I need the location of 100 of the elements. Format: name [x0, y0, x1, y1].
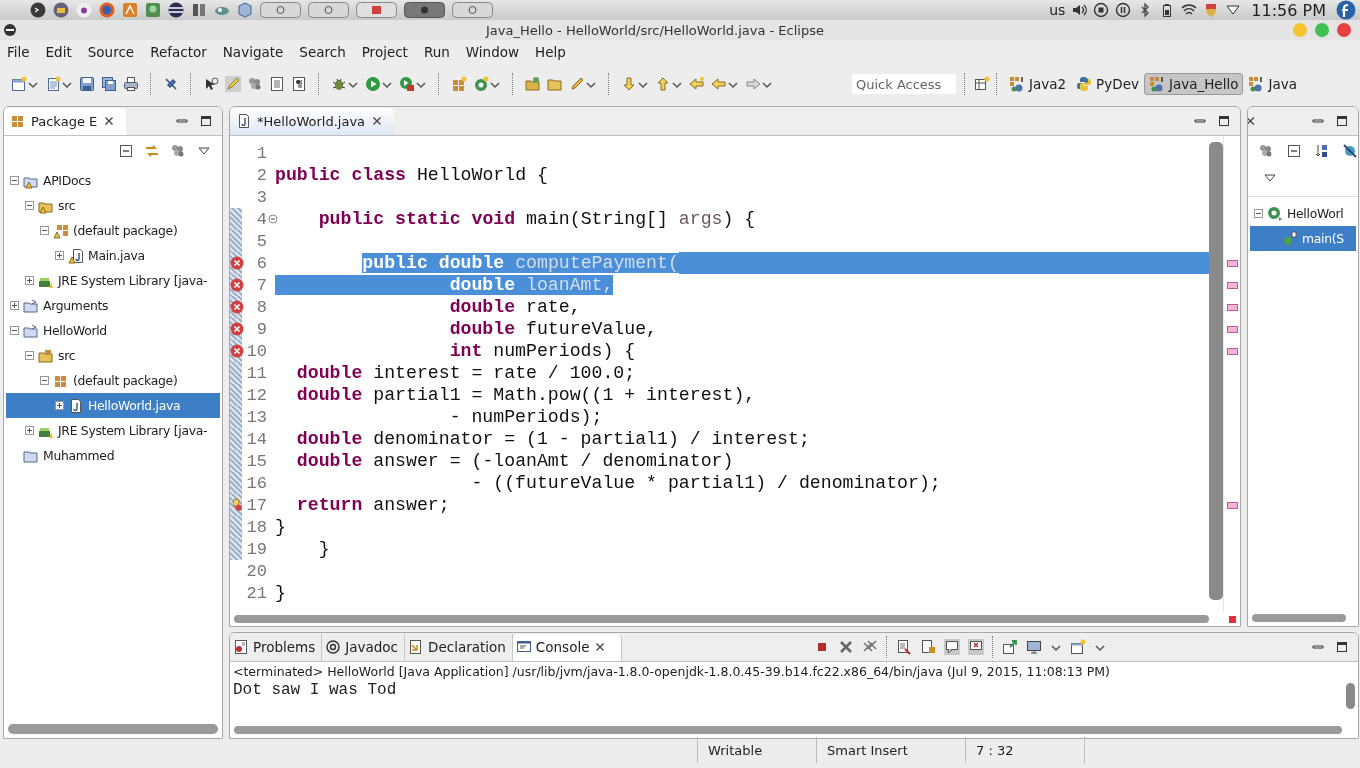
tree-item[interactable]: main(S [1250, 226, 1356, 251]
menu-item[interactable]: Project [354, 44, 417, 60]
tree-item[interactable]: Muhammed [6, 443, 220, 468]
paragraph-icon[interactable] [291, 76, 307, 92]
volume-icon[interactable] [1071, 2, 1088, 18]
tree-item[interactable]: src [6, 193, 220, 218]
editor-tab[interactable]: *HelloWorld.java [230, 107, 395, 135]
window-button-icon[interactable] [404, 2, 445, 18]
error-indicator[interactable] [1229, 615, 1236, 623]
error-icon[interactable] [230, 300, 244, 314]
collapse-toggle-icon[interactable] [25, 201, 34, 210]
tree-item[interactable]: (default package) [6, 218, 220, 243]
run-external-icon[interactable] [399, 76, 415, 92]
maximize-icon[interactable] [198, 113, 214, 129]
tree-item[interactable]: HelloWorld.java [6, 393, 220, 418]
fedora-logo-icon[interactable] [1336, 0, 1356, 20]
arrow-down-icon[interactable] [621, 76, 637, 92]
overview-marker[interactable] [1226, 347, 1238, 355]
maximize-icon[interactable] [1216, 113, 1232, 129]
lightbulb-icon[interactable] [230, 498, 244, 512]
save-all-icon[interactable] [101, 76, 117, 92]
view-tab[interactable]: Console [512, 633, 623, 661]
menu-item[interactable]: Navigate [215, 44, 293, 60]
print-icon[interactable] [123, 76, 139, 92]
vertical-scrollbar[interactable] [1209, 142, 1223, 600]
collapse-toggle-icon[interactable] [10, 176, 19, 185]
window-button-icon[interactable] [308, 2, 349, 18]
perspective-button[interactable]: Java_Hello [1143, 73, 1244, 95]
run-icon[interactable] [365, 76, 381, 92]
cube-icon[interactable] [237, 2, 253, 18]
tree-item[interactable]: JRE System Library [java- [6, 268, 220, 293]
window-button-icon[interactable] [356, 2, 397, 18]
record-icon[interactable] [1093, 2, 1110, 18]
collapse-toggle-icon[interactable] [40, 226, 49, 235]
view-tab[interactable]: Javadoc [322, 633, 405, 661]
menu-item[interactable]: Help [528, 44, 575, 60]
horizontal-scrollbar[interactable] [234, 726, 1342, 734]
document-icon[interactable] [269, 76, 285, 92]
pen-icon[interactable] [225, 76, 241, 92]
back-icon[interactable] [711, 76, 727, 92]
error-icon[interactable] [230, 256, 244, 270]
collapse-toggle-icon[interactable] [40, 376, 49, 385]
new-console-icon[interactable] [1070, 639, 1087, 655]
error-icon[interactable] [230, 322, 244, 336]
window-menu-icon[interactable] [2, 22, 18, 38]
scroll-lock-icon[interactable] [920, 639, 937, 655]
menu-item[interactable]: Refactor [143, 44, 216, 60]
perspective-button[interactable]: PyDev [1071, 73, 1144, 95]
menu-item[interactable]: File [0, 44, 39, 60]
pause-icon[interactable] [1115, 2, 1132, 18]
overview-marker[interactable] [1226, 303, 1238, 311]
new-window-icon[interactable] [11, 76, 27, 92]
new-file-icon[interactable] [45, 76, 61, 92]
remove-icon[interactable] [838, 639, 855, 655]
horizontal-scrollbar[interactable] [8, 724, 218, 734]
view-tab[interactable]: Package E [4, 107, 127, 135]
filter-icon[interactable] [170, 143, 186, 159]
app-icon[interactable] [53, 2, 69, 18]
app-icon[interactable] [191, 2, 207, 18]
app-icon[interactable] [168, 2, 184, 18]
collapse-toggle-icon[interactable] [25, 351, 34, 360]
dots-icon[interactable] [247, 76, 263, 92]
collapse-all-icon[interactable] [118, 143, 134, 159]
expand-toggle-icon[interactable] [25, 276, 34, 285]
browser-icon[interactable] [99, 2, 115, 18]
tree-item[interactable]: HelloWorld [6, 318, 220, 343]
pin-icon[interactable] [163, 76, 179, 92]
collapse-toggle-icon[interactable] [10, 326, 19, 335]
window-button-icon[interactable] [452, 2, 493, 18]
clear-console-icon[interactable] [896, 639, 913, 655]
view-tab[interactable]: Problems [230, 633, 323, 661]
expand-toggle-icon[interactable] [10, 301, 19, 310]
pencil-icon[interactable] [569, 76, 585, 92]
maximize-icon[interactable] [1334, 113, 1350, 129]
show-error-icon[interactable] [968, 639, 985, 655]
open-perspective-icon[interactable] [974, 76, 990, 92]
keyboard-layout[interactable]: us [1049, 2, 1066, 18]
fold-icon[interactable] [268, 214, 278, 224]
menu-item[interactable]: Source [80, 44, 144, 60]
save-icon[interactable] [79, 76, 95, 92]
expand-toggle-icon[interactable] [55, 401, 64, 410]
menu-item[interactable]: Edit [38, 44, 81, 60]
tree-item[interactable]: Arguments [6, 293, 220, 318]
tree-item[interactable]: JRE System Library [java- [6, 418, 220, 443]
quick-access-field[interactable]: Quick Access [852, 74, 956, 94]
tree-item[interactable]: Main.java [6, 243, 220, 268]
new-class-icon[interactable] [473, 76, 489, 92]
menu-item[interactable]: Run [416, 44, 459, 60]
pin-console-icon[interactable] [1002, 639, 1019, 655]
tree-item[interactable]: src [6, 343, 220, 368]
menu-item[interactable]: Window [458, 44, 529, 60]
horizontal-scrollbar[interactable] [234, 615, 1209, 623]
back-edit-icon[interactable] [689, 76, 705, 92]
filter-icon[interactable] [1258, 143, 1274, 159]
hide-fields-icon[interactable] [1342, 143, 1358, 159]
overview-marker[interactable] [1226, 281, 1238, 289]
perspective-button[interactable]: Java2 [1004, 73, 1072, 95]
overview-marker[interactable] [1226, 259, 1238, 267]
collapse-toggle-icon[interactable] [1254, 209, 1263, 218]
perspective-button[interactable]: Java [1243, 73, 1302, 95]
